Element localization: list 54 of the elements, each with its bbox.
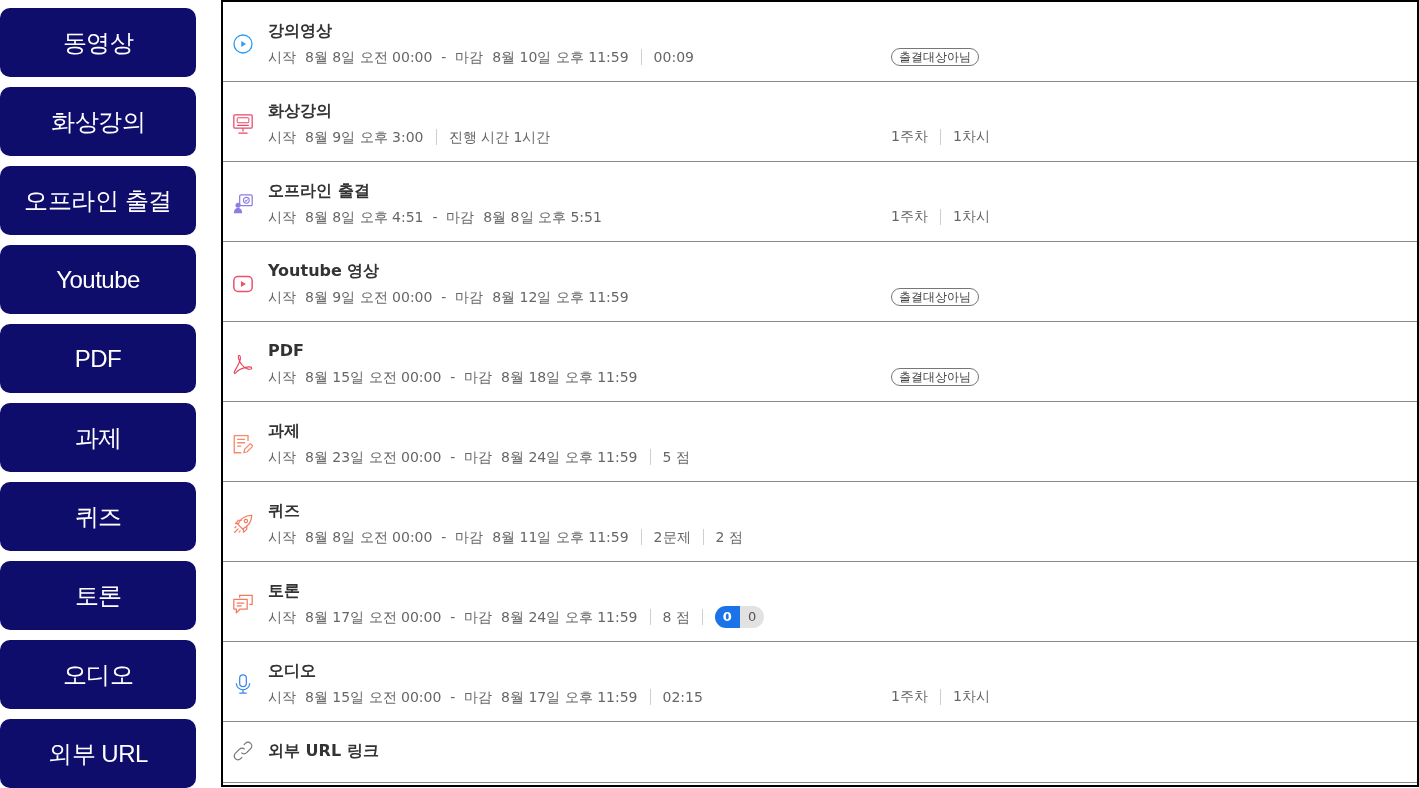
schedule-text: 시작 8월 8일 오전 00:00 - 마감 8월 11일 오후 11:59 <box>268 528 629 547</box>
schedule-text: 시작 8월 15일 오전 00:00 - 마감 8월 17일 오후 11:59 <box>268 688 638 707</box>
play-circle-icon <box>233 34 253 54</box>
link-icon <box>233 741 253 761</box>
schedule-text: 시작 8월 8일 오후 4:51 - 마감 8월 8일 오후 5:51 <box>268 208 602 227</box>
category-button[interactable]: 오디오 <box>0 640 196 709</box>
category-button[interactable]: 과제 <box>0 403 196 472</box>
detail-text: 진행 시간 1시간 <box>448 128 551 147</box>
count-chip: 0 <box>714 606 740 628</box>
live-monitor-icon <box>233 114 253 134</box>
session-text: 1차시 <box>952 208 990 226</box>
lesson-title[interactable]: 토론 <box>268 581 300 601</box>
schedule-text: 시작 8월 8일 오전 00:00 - 마감 8월 10일 오후 11:59 <box>268 48 629 67</box>
detail-text: 5 점 <box>662 448 690 467</box>
person-board-icon <box>233 194 253 214</box>
play-button-icon <box>233 274 253 294</box>
category-button[interactable]: 외부 URL <box>0 719 196 788</box>
lesson-title[interactable]: 오디오 <box>268 661 316 681</box>
category-button[interactable]: 동영상 <box>0 8 196 77</box>
lesson-title[interactable]: PDF <box>268 341 304 361</box>
category-button[interactable]: Youtube <box>0 245 196 314</box>
rocket-icon <box>233 514 253 534</box>
detail-text: 00:09 <box>653 48 694 67</box>
detail-text: 02:15 <box>662 688 703 707</box>
detail-text: 2 점 <box>715 528 743 547</box>
schedule-text: 시작 8월 23일 오전 00:00 - 마감 8월 24일 오후 11:59 <box>268 448 638 467</box>
category-button[interactable]: 오프라인 출결 <box>0 166 196 235</box>
week-text: 1주차 <box>891 128 928 146</box>
week-text: 1주차 <box>891 208 928 226</box>
session-text: 1차시 <box>952 688 990 706</box>
lesson-title[interactable]: 외부 URL 링크 <box>268 741 379 761</box>
category-button[interactable]: 화상강의 <box>0 87 196 156</box>
detail-text: 8 점 <box>662 608 690 627</box>
schedule-text: 시작 8월 9일 오후 3:00 <box>268 128 424 147</box>
document-pencil-icon <box>233 434 253 454</box>
lesson-title[interactable]: Youtube 영상 <box>268 261 380 281</box>
lesson-title[interactable]: 오프라인 출결 <box>268 181 370 201</box>
lesson-title[interactable]: 퀴즈 <box>268 501 300 521</box>
week-text: 1주차 <box>891 688 928 706</box>
schedule-text: 시작 8월 15일 오전 00:00 - 마감 8월 18일 오후 11:59 <box>268 368 638 387</box>
category-button[interactable]: 토론 <box>0 561 196 630</box>
pdf-icon <box>233 354 253 374</box>
category-button[interactable]: 퀴즈 <box>0 482 196 551</box>
count-chip: 0 <box>739 606 765 628</box>
category-button[interactable]: PDF <box>0 324 196 393</box>
schedule-text: 시작 8월 9일 오전 00:00 - 마감 8월 12일 오후 11:59 <box>268 288 629 307</box>
detail-text: 2문제 <box>653 528 691 547</box>
session-text: 1차시 <box>952 128 990 146</box>
lesson-title[interactable]: 과제 <box>268 421 300 441</box>
microphone-icon <box>233 674 253 694</box>
schedule-text: 시작 8월 17일 오전 00:00 - 마감 8월 24일 오후 11:59 <box>268 608 638 627</box>
lesson-title[interactable]: 화상강의 <box>268 101 332 121</box>
lesson-title[interactable]: 강의영상 <box>268 21 332 41</box>
chat-bubbles-icon <box>233 594 253 614</box>
